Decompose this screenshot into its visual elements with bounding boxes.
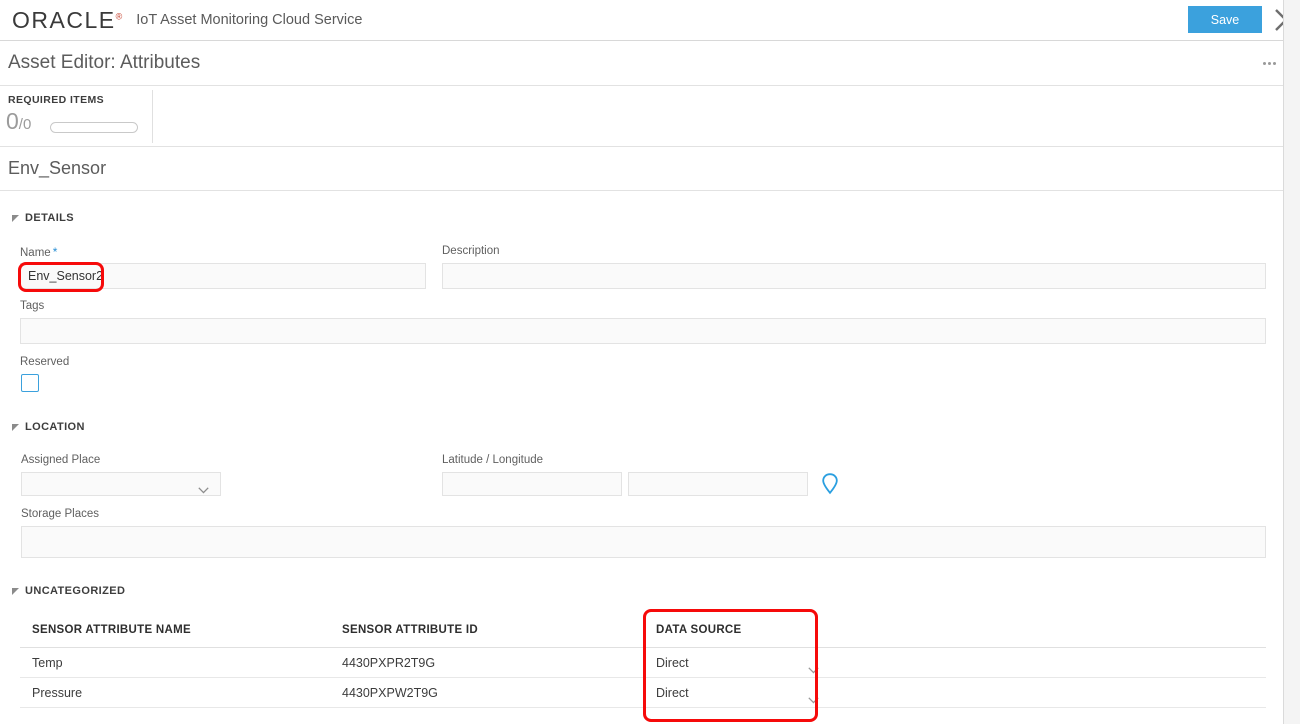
- reserved-label: Reserved: [20, 356, 70, 368]
- storage-places-label: Storage Places: [21, 508, 99, 520]
- app-title: IoT Asset Monitoring Cloud Service: [136, 12, 363, 28]
- data-source-value: Direct: [656, 685, 689, 700]
- dot: [1262, 61, 1266, 65]
- table-row[interactable]: Temp 4430PXPR2T9G Direct: [20, 648, 1266, 678]
- editor-header: Asset Editor: Attributes: [0, 41, 1283, 86]
- required-total: 0: [22, 116, 32, 133]
- save-button[interactable]: Save: [1188, 6, 1262, 33]
- storage-places-input[interactable]: [21, 526, 1266, 558]
- table-header-row: SENSOR ATTRIBUTE NAME SENSOR ATTRIBUTE I…: [20, 612, 1266, 648]
- cell-attribute-name: Temp: [32, 655, 63, 670]
- column-header-sensor-attribute-id: SENSOR ATTRIBUTE ID: [342, 623, 479, 636]
- oracle-wordmark: ORACLE: [12, 6, 116, 33]
- sensor-attributes-table: SENSOR ATTRIBUTE NAME SENSOR ATTRIBUTE I…: [20, 612, 1266, 708]
- section-header-details[interactable]: DETAILS: [12, 212, 74, 224]
- section-title-uncategorized: UNCATEGORIZED: [25, 585, 126, 597]
- asset-name-banner: Env_Sensor: [0, 147, 1283, 191]
- name-input[interactable]: [20, 263, 426, 289]
- required-items-strip: REQUIRED ITEMS 0/0: [0, 86, 1283, 147]
- section-header-uncategorized[interactable]: UNCATEGORIZED: [12, 585, 125, 597]
- tags-input[interactable]: [20, 318, 1266, 344]
- assigned-place-select[interactable]: [21, 472, 221, 496]
- required-completed: 0: [6, 108, 19, 134]
- column-header-sensor-attribute-name: SENSOR ATTRIBUTE NAME: [32, 623, 191, 636]
- cell-attribute-id: 4430PXPR2T9G: [342, 655, 436, 670]
- required-items-progress-bar: [50, 122, 138, 133]
- dot: [1272, 61, 1276, 65]
- collapse-triangle-icon: [12, 214, 19, 222]
- reserved-checkbox[interactable]: [21, 374, 39, 392]
- required-asterisk: *: [52, 245, 58, 259]
- latitude-input[interactable]: [442, 472, 622, 496]
- name-label: Name *: [20, 245, 57, 259]
- map-pin-icon[interactable]: [821, 472, 839, 501]
- cell-attribute-name: Pressure: [32, 685, 83, 700]
- cell-attribute-id: 4430PXPW2T9G: [342, 685, 438, 700]
- registered-mark: ®: [115, 10, 123, 21]
- collapse-triangle-icon: [12, 423, 19, 431]
- top-brand-bar: ORACLE® IoT Asset Monitoring Cloud Servi…: [0, 0, 1283, 41]
- required-items-label: REQUIRED ITEMS: [8, 94, 105, 106]
- longitude-input[interactable]: [628, 472, 808, 496]
- lat-long-label: Latitude / Longitude: [442, 454, 544, 466]
- section-title-location: LOCATION: [25, 421, 85, 433]
- vertical-divider: [152, 90, 153, 143]
- data-source-select[interactable]: Direct: [656, 655, 819, 674]
- chevron-down-icon: [808, 691, 819, 709]
- chevron-down-icon: [808, 661, 819, 679]
- section-title-details: DETAILS: [25, 212, 75, 224]
- chevron-down-icon: [198, 481, 209, 494]
- collapse-triangle-icon: [12, 587, 19, 595]
- name-label-text: Name: [20, 247, 51, 259]
- tags-label: Tags: [20, 300, 45, 312]
- section-header-location[interactable]: LOCATION: [12, 421, 85, 433]
- oracle-logo: ORACLE®: [12, 6, 123, 33]
- description-input[interactable]: [442, 263, 1266, 289]
- page-title: Asset Editor: Attributes: [8, 52, 201, 73]
- description-label: Description: [442, 245, 500, 257]
- table-row[interactable]: Pressure 4430PXPW2T9G Direct: [20, 678, 1266, 708]
- column-header-data-source: DATA SOURCE: [656, 623, 742, 636]
- data-source-value: Direct: [656, 655, 689, 670]
- dot: [1267, 61, 1271, 65]
- scroll-gutter[interactable]: [1283, 0, 1300, 724]
- asset-editor-page: ORACLE® IoT Asset Monitoring Cloud Servi…: [0, 0, 1300, 724]
- assigned-place-label: Assigned Place: [21, 454, 101, 466]
- overflow-menu-icon[interactable]: [1258, 53, 1280, 73]
- asset-name-heading: Env_Sensor: [8, 158, 107, 178]
- required-items-count: 0/0: [6, 108, 31, 135]
- data-source-select[interactable]: Direct: [656, 685, 819, 704]
